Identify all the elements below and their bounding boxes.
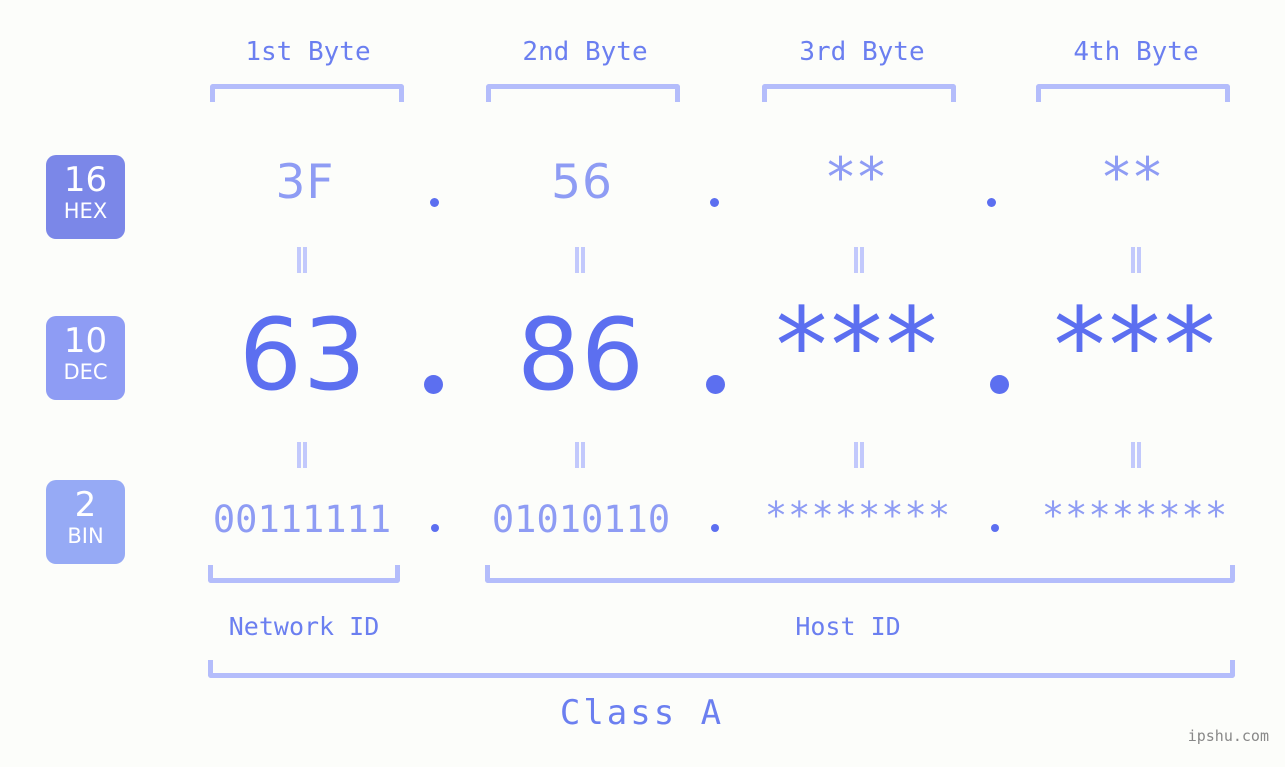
equality-mark-hex-dec-2 — [572, 247, 588, 273]
base-badge-dec-label: DEC — [63, 360, 108, 384]
class-bracket — [208, 660, 1235, 678]
equality-mark-dec-bin-4 — [1128, 442, 1144, 468]
base-badge-bin: 2 BIN — [46, 480, 125, 564]
hex-byte-4: ** — [1103, 146, 1165, 209]
byte-bracket-top-4 — [1036, 84, 1230, 102]
equality-mark-dec-bin-2 — [572, 442, 588, 468]
host-id-label: Host ID — [795, 612, 901, 641]
dec-byte-3: *** — [775, 285, 941, 407]
site-watermark: ipshu.com — [1187, 727, 1269, 745]
class-label: Class A — [559, 693, 725, 733]
dec-dot-2 — [706, 375, 725, 394]
network-id-label: Network ID — [228, 612, 380, 641]
byte-header-2: 2nd Byte — [522, 37, 648, 67]
byte-header-3: 3rd Byte — [799, 37, 925, 67]
base-badge-dec-number: 10 — [63, 321, 108, 361]
dec-byte-1: 63 — [239, 298, 367, 413]
byte-bracket-top-3 — [762, 84, 956, 102]
byte-header-4: 4th Byte — [1073, 37, 1199, 67]
network-id-bracket — [208, 565, 400, 583]
bin-byte-1: 00111111 — [212, 498, 392, 541]
dec-byte-4: *** — [1053, 285, 1219, 407]
host-id-bracket — [485, 565, 1235, 583]
dec-byte-2: 86 — [517, 298, 645, 413]
equality-mark-dec-bin-3 — [851, 442, 867, 468]
hex-byte-2: 56 — [551, 155, 613, 210]
equality-mark-dec-bin-1 — [294, 442, 310, 468]
base-badge-hex-label: HEX — [63, 199, 108, 223]
hex-dot-2 — [710, 198, 719, 207]
hex-byte-1: 3F — [275, 155, 335, 210]
dec-dot-3 — [990, 375, 1009, 394]
ip-address-breakdown-diagram: 1st Byte 2nd Byte 3rd Byte 4th Byte 16 H… — [0, 0, 1285, 767]
bin-byte-3: ******** — [764, 494, 952, 537]
hex-dot-3 — [987, 198, 996, 207]
equality-mark-hex-dec-3 — [851, 247, 867, 273]
bin-dot-2 — [711, 524, 719, 532]
base-badge-hex: 16 HEX — [46, 155, 125, 239]
bin-dot-3 — [991, 524, 999, 532]
base-badge-hex-number: 16 — [63, 160, 108, 200]
base-badge-dec: 10 DEC — [46, 316, 125, 400]
equality-mark-hex-dec-1 — [294, 247, 310, 273]
byte-bracket-top-1 — [210, 84, 404, 102]
byte-header-1: 1st Byte — [245, 37, 371, 67]
byte-bracket-top-2 — [486, 84, 680, 102]
hex-byte-3: ** — [827, 146, 889, 209]
hex-dot-1 — [430, 198, 439, 207]
dec-dot-1 — [424, 375, 443, 394]
bin-byte-4: ******** — [1041, 494, 1229, 537]
bin-dot-1 — [431, 524, 439, 532]
base-badge-bin-number: 2 — [74, 485, 97, 525]
bin-byte-2: 01010110 — [491, 498, 671, 541]
equality-mark-hex-dec-4 — [1128, 247, 1144, 273]
base-badge-bin-label: BIN — [67, 524, 104, 548]
